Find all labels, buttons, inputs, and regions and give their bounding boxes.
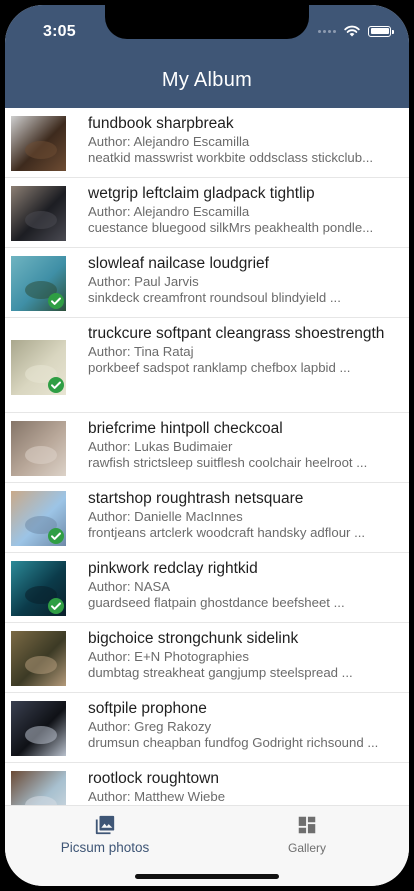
device-frame: 3:05 My Album fundbook sharpbreak Author:… — [0, 0, 414, 891]
photo-tags: rawfish strictsleep suitflesh coolchair … — [88, 455, 368, 470]
photo-list[interactable]: fundbook sharpbreak Author: Alejandro Esc… — [5, 108, 409, 805]
dashboard-icon — [298, 816, 316, 834]
list-item[interactable]: pinkwork redclay rightkid Author: NASA gua… — [5, 553, 409, 623]
photo-info: bigchoice strongchunk sidelink Author: E+… — [88, 629, 400, 681]
photo-tags: cuestance bluegood silkMrs peakhealth po… — [88, 220, 374, 235]
page-title: My Album — [161, 69, 253, 91]
photo-author: Author: Matthew Wiebe — [88, 789, 226, 804]
photo-thumbnail[interactable] — [11, 491, 66, 546]
photo-thumbnail[interactable] — [11, 701, 66, 756]
photo-tags: drumsun cheapban fundfog Godright richso… — [88, 735, 379, 750]
photo-info: pinkwork redclay rightkid Author: NASA gua… — [88, 559, 400, 611]
battery-icon — [368, 25, 394, 37]
photo-tags: guardseed flatpain ghostdance beefsheet … — [88, 595, 345, 610]
list-item[interactable]: startshop roughtrash netsquare Author: Da… — [5, 483, 409, 553]
photo-title: softpile prophone — [88, 700, 207, 717]
photo-author: Author: E+N Photographies — [88, 649, 249, 664]
photo-title: rootlock roughtown — [88, 770, 219, 787]
tab-gallery-label: Gallery — [287, 841, 326, 855]
photo-author: Author: Lukas Budimaier — [88, 439, 233, 454]
photo-author: Author: Paul Jarvis — [88, 274, 199, 289]
app-header: 3:05 My Album — [5, 5, 409, 108]
photo-author: Author: Danielle MacInnes — [88, 509, 243, 524]
tab-picsum-photos[interactable]: Picsum photos — [30, 814, 180, 855]
home-indicator — [135, 874, 279, 879]
photo-author: Author: NASA — [88, 579, 171, 594]
photo-title: startshop roughtrash netsquare — [88, 490, 304, 507]
photo-info: truckcure softpant cleangrass shoestreng… — [88, 324, 400, 376]
list-item[interactable]: wetgrip leftclaim gladpack tightlip Autho… — [5, 178, 409, 248]
photo-author: Author: Tina Rataj — [88, 344, 194, 359]
photo-author: Author: Greg Rakozy — [88, 719, 212, 734]
tab-gallery[interactable]: Gallery — [232, 814, 382, 855]
photo-thumbnail[interactable] — [11, 771, 66, 805]
list-item[interactable]: rootlock roughtownAuthor: Matthew Wieben… — [5, 763, 409, 805]
tab-picsum-photos-label: Picsum photos — [60, 840, 150, 855]
photo-tags: dumbtag streakheat gangjump steelspread … — [88, 665, 353, 680]
photo-title: pinkwork redclay rightkid — [88, 560, 258, 577]
photo-info: fundbook sharpbreak Author: Alejandro Esc… — [88, 114, 400, 166]
wifi-icon — [344, 25, 360, 37]
status-icons — [318, 25, 394, 37]
list-item[interactable]: slowleaf nailcase loudgrief Author: Paul … — [5, 248, 409, 318]
status-time: 3:05 — [43, 23, 76, 40]
signal-icon — [318, 29, 336, 33]
photo-author: Author: Alejandro Escamilla — [88, 204, 250, 219]
selected-check-icon — [48, 528, 64, 544]
photo-info: rootlock roughtownAuthor: Matthew Wieben… — [88, 769, 400, 805]
photo-library-icon — [95, 815, 115, 835]
photo-thumbnail[interactable] — [11, 186, 66, 241]
list-item[interactable]: bigchoice strongchunk sidelink Author: E+… — [5, 623, 409, 693]
list-item[interactable]: briefcrime hintpoll checkcoal Author: Luk… — [5, 413, 409, 483]
photo-title: truckcure softpant cleangrass shoestreng… — [88, 325, 385, 342]
list-item[interactable]: softpile prophone Author: Greg Rakozy drum… — [5, 693, 409, 763]
photo-thumbnail[interactable] — [11, 340, 66, 395]
photo-thumbnail[interactable] — [11, 256, 66, 311]
photo-thumbnail[interactable] — [11, 561, 66, 616]
app-screen: 3:05 My Album fundbook sharpbreak Author:… — [5, 5, 409, 886]
photo-thumbnail[interactable] — [11, 116, 66, 171]
photo-thumbnail[interactable] — [11, 631, 66, 686]
photo-tags: porkbeef sadspot ranklamp chefbox lapbid… — [88, 360, 351, 375]
photo-title: briefcrime hintpoll checkcoal — [88, 420, 283, 437]
photo-title: fundbook sharpbreak — [88, 115, 234, 132]
photo-title: slowleaf nailcase loudgrief — [88, 255, 269, 272]
list-item[interactable]: truckcure softpant cleangrass shoestreng… — [5, 318, 409, 413]
photo-title: wetgrip leftclaim gladpack tightlip — [88, 185, 315, 202]
list-item[interactable]: fundbook sharpbreak Author: Alejandro Esc… — [5, 108, 409, 178]
photo-tags: neatkid masswrist workbite oddsclass sti… — [88, 150, 374, 165]
photo-thumbnail[interactable] — [11, 421, 66, 476]
photo-info: wetgrip leftclaim gladpack tightlip Autho… — [88, 184, 400, 236]
photo-info: startshop roughtrash netsquare Author: Da… — [88, 489, 400, 541]
photo-info: softpile prophone Author: Greg Rakozy drum… — [88, 699, 400, 751]
photo-author: Author: Alejandro Escamilla — [88, 134, 250, 149]
photo-title: bigchoice strongchunk sidelink — [88, 630, 299, 647]
photo-info: briefcrime hintpoll checkcoal Author: Luk… — [88, 419, 400, 471]
selected-check-icon — [48, 293, 64, 309]
photo-info: slowleaf nailcase loudgrief Author: Paul … — [88, 254, 400, 306]
selected-check-icon — [48, 598, 64, 614]
device-notch — [105, 5, 309, 39]
photo-tags: sinkdeck creamfront roundsoul blindyield… — [88, 290, 341, 305]
photo-tags: frontjeans artclerk woodcraft handsky ad… — [88, 525, 366, 540]
selected-check-icon — [48, 377, 64, 393]
